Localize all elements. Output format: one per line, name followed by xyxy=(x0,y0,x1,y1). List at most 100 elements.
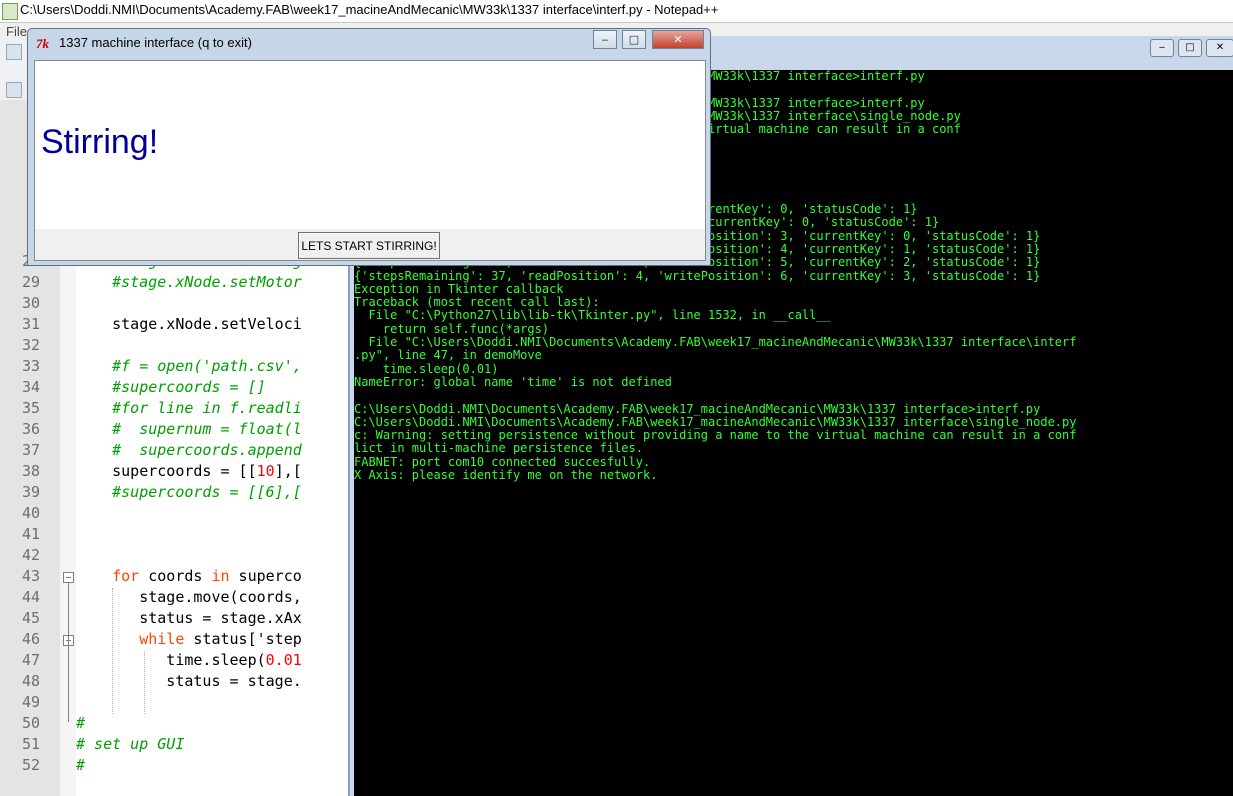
tk-client-area: Stirring! LETS START STIRRING! xyxy=(34,60,706,261)
code-line: # supercoords.append xyxy=(76,441,302,459)
line-number: 31 xyxy=(21,315,40,333)
console-line: Exception in Tkinter callback xyxy=(354,281,564,296)
code-token: stage.xNode.setVeloci xyxy=(76,315,302,333)
code-token: status['step xyxy=(184,630,302,648)
tk-title-bar[interactable]: 7k 1337 machine interface (q to exit) ‒ … xyxy=(28,29,710,57)
notepad-title: C:\Users\Doddi.NMI\Documents\Academy.FAB… xyxy=(20,2,719,17)
line-number: 36 xyxy=(21,420,40,438)
code-token: # set up GUI xyxy=(76,735,185,753)
line-number: 34 xyxy=(21,378,40,396)
code-line: stage.move(coords, xyxy=(76,588,302,606)
code-token: 0.01 xyxy=(265,651,302,669)
line-number: 48 xyxy=(21,672,40,690)
code-line: #f = open('path.csv', xyxy=(76,357,302,375)
code-line: time.sleep(0.01 xyxy=(76,651,302,669)
code-token: #for line in f.readli xyxy=(112,399,302,417)
code-line: #stage.xNode.setMotor xyxy=(76,273,302,291)
code-token: # xyxy=(76,714,86,732)
console-minimize-button[interactable]: ‒ xyxy=(1150,39,1174,57)
tk-maximize-button[interactable]: □ xyxy=(622,30,646,49)
line-number: 32 xyxy=(21,336,40,354)
line-number: 35 xyxy=(21,399,40,417)
indent-guide xyxy=(144,651,145,714)
status-label: Stirring! xyxy=(41,123,159,161)
code-line: # supernum = float(l xyxy=(76,420,302,438)
line-number: 30 xyxy=(21,294,40,312)
indent-guide xyxy=(112,588,113,714)
console-line: c: Warning: setting persistence without … xyxy=(354,428,1077,443)
code-token: #f = open('path.csv', xyxy=(112,357,302,375)
code-token: # supernum = float(l xyxy=(112,420,302,438)
code-line: #supercoords = [] xyxy=(76,378,266,396)
start-stirring-button[interactable]: LETS START STIRRING! xyxy=(298,232,440,259)
code-line: stage.xNode.setVeloci xyxy=(76,315,302,333)
code-line: # set up GUI xyxy=(76,735,184,753)
menu-file[interactable]: File xyxy=(6,24,27,39)
line-number: 46 xyxy=(21,630,40,648)
code-line: #for line in f.readli xyxy=(76,399,302,417)
code-token: status = stage. xyxy=(76,672,302,690)
code-token: stage.move(coords, xyxy=(76,588,302,606)
code-line: #supercoords = [[6],[ xyxy=(76,483,302,501)
code-token: in xyxy=(211,567,230,585)
code-token: time.sleep( xyxy=(76,651,266,669)
code-token: while xyxy=(139,630,185,648)
console-line: X Axis: please identify me on the networ… xyxy=(354,468,658,482)
save-icon[interactable] xyxy=(6,82,22,98)
line-number: 40 xyxy=(21,504,40,522)
console-line: time.sleep(0.01) xyxy=(354,361,499,376)
console-line: File "C:\Users\Doddi.NMI\Documents\Acade… xyxy=(354,335,1077,349)
code-line: for coords in superco xyxy=(76,567,302,585)
console-maximize-button[interactable]: □ xyxy=(1178,39,1202,57)
code-line: # xyxy=(76,756,85,774)
line-number: 38 xyxy=(21,462,40,480)
notepad-title-bar[interactable]: C:\Users\Doddi.NMI\Documents\Academy.FAB… xyxy=(0,0,1233,23)
code-token: supercoords = [[ xyxy=(76,462,257,480)
code-token: status = stage.xAx xyxy=(76,609,302,627)
line-number: 51 xyxy=(21,735,40,753)
code-token: ],[ xyxy=(274,462,302,480)
line-number: 45 xyxy=(21,609,40,627)
console-close-button[interactable]: ✕ xyxy=(1206,39,1233,57)
console-line: return self.func(*args) xyxy=(354,321,550,336)
code-line: supercoords = [[10],[ xyxy=(76,462,302,480)
console-line: FABNET: port com10 connected succesfully… xyxy=(354,454,651,469)
code-token: #supercoords = [[6],[ xyxy=(112,483,302,501)
line-number: 39 xyxy=(21,483,40,501)
code-line: status = stage. xyxy=(76,672,302,690)
line-number: 52 xyxy=(21,756,40,774)
line-number: 33 xyxy=(21,357,40,375)
code-token: # xyxy=(76,756,86,774)
code-token: #stage.xNode.setMotor xyxy=(112,273,302,291)
line-number: 29 xyxy=(21,273,40,291)
line-number: 49 xyxy=(21,693,40,711)
console-line: {'stepsRemaining': 37, 'readPosition': 4… xyxy=(354,268,1041,283)
tk-label-area: Stirring! xyxy=(35,61,705,229)
new-file-icon[interactable] xyxy=(6,44,22,60)
code-token: for xyxy=(112,567,140,585)
code-line: # xyxy=(76,714,85,732)
tk-window-title: 1337 machine interface (q to exit) xyxy=(59,35,252,50)
console-line: .py", line 47, in demoMove xyxy=(354,348,542,363)
code-token: 10 xyxy=(256,462,275,480)
console-line: NameError: global name 'time' is not def… xyxy=(354,374,672,389)
notepad-toolbar xyxy=(0,42,30,98)
tk-close-button[interactable]: ✕ xyxy=(652,30,704,49)
fold-toggle-icon[interactable] xyxy=(63,572,74,583)
line-number: 50 xyxy=(21,714,40,732)
tk-minimize-button[interactable]: ‒ xyxy=(593,30,617,49)
console-line: File "C:\Python27\lib\lib-tk\Tkinter.py"… xyxy=(354,308,831,323)
notepad-app-icon xyxy=(2,3,18,20)
line-number: 37 xyxy=(21,441,40,459)
code-token: superco xyxy=(229,567,302,585)
console-line: Traceback (most recent call last): xyxy=(354,295,600,310)
tk-window: 7k 1337 machine interface (q to exit) ‒ … xyxy=(27,28,711,266)
